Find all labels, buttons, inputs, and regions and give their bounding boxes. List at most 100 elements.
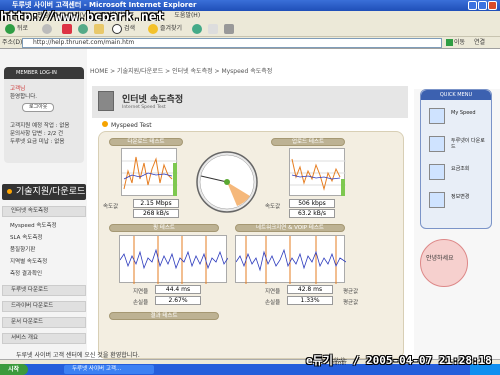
left-sidebar: MEMBER LOG-IN 고객님 환영합니다. 로그아웃 고객지원 예정 작업… — [0, 49, 87, 359]
ping-chart — [119, 235, 229, 284]
nav-myspeed[interactable]: Myspeed 속도측정 — [2, 222, 86, 231]
refresh-icon — [78, 23, 88, 34]
quick-menu: QUICK MENU My Speed 두루넷이 다운로드 요금조회 정보변경 — [420, 89, 492, 229]
taskbar-ie-item[interactable]: 두루넷 사이버 고객... — [64, 365, 154, 374]
upload-chart — [289, 148, 346, 196]
voip-test-header: 네트워크지연 & VOIP 테스트 — [235, 224, 345, 232]
nav-regional[interactable]: 지역별 속도측정 — [2, 258, 86, 267]
window-title: 두루넷 사이버 고객센터 - Microsoft Internet Explor… — [12, 1, 197, 9]
nav-speed-test[interactable]: 인터넷 속도측정 — [2, 206, 86, 217]
quick-download[interactable]: 두루넷이 다운로드 — [429, 134, 489, 158]
download-kbs-value: 268 kB/s — [133, 209, 179, 218]
upload-chart-svg — [290, 158, 346, 196]
ping-latency-label: 지연율 — [133, 289, 149, 295]
voip-average-label: 평균값 — [343, 289, 359, 295]
ping-latency-value: 44.4 ms — [155, 285, 201, 294]
right-sidebar: QUICK MENU My Speed 두루넷이 다운로드 요금조회 정보변경 … — [414, 89, 500, 359]
page-icon — [98, 91, 114, 111]
download-mbps-value: 2.15 Mbps — [133, 199, 179, 208]
upload-kbs-value: 63.2 kB/s — [289, 209, 335, 218]
speed-gauge — [196, 151, 258, 213]
address-input[interactable]: http://help.thrunet.com/main.htm — [22, 38, 442, 48]
upload-kbps-value: 506 kbps — [289, 199, 335, 208]
minimize-button[interactable] — [468, 1, 477, 10]
ping-loss-label: 손실율 — [133, 300, 149, 306]
forward-button[interactable] — [40, 23, 56, 35]
maximize-button[interactable] — [478, 1, 487, 10]
member-stat-answers[interactable]: 문의사항 답변 : 2/2 건 — [4, 130, 84, 138]
address-bar: 주소(D) http://help.thrunet.com/main.htm 이… — [0, 37, 500, 49]
section-title: 기술지원/다운로드 — [2, 184, 86, 200]
nav-thrunet-download[interactable]: 두루넷 다운로드 — [2, 285, 86, 296]
voip-average-label-2: 평균값 — [343, 300, 359, 306]
voip-latency-label: 지연율 — [265, 289, 281, 295]
voip-chart — [235, 235, 347, 284]
ping-loss-value: 2.67% — [155, 296, 201, 305]
logout-button[interactable]: 로그아웃 — [22, 103, 55, 112]
nav-driver-download[interactable]: 드라이버 다운로드 — [2, 301, 86, 312]
history-icon — [192, 23, 202, 34]
profile-icon — [429, 192, 445, 208]
forward-arrow-icon — [42, 23, 52, 34]
page-title-box: 인터넷 속도측정 Internet Speed Test — [92, 86, 408, 118]
back-button[interactable]: 뒤로 — [3, 23, 30, 35]
nav-document-download[interactable]: 문서 다운로드 — [2, 317, 86, 328]
test-label: Myspeed Test — [102, 121, 152, 129]
voip-loss-label: 손실율 — [265, 300, 281, 306]
favorites-button[interactable]: 즐겨찾기 — [146, 23, 184, 35]
print-icon — [224, 23, 234, 34]
billing-icon — [429, 164, 445, 180]
quick-menu-header: QUICK MENU — [421, 90, 491, 100]
go-arrow-icon — [446, 39, 453, 46]
download-chart — [121, 148, 178, 196]
capture-stamp: e듀기☆☆ / 2005-04-07 21:28:18 — [306, 354, 492, 367]
ping-test-header: 핑 테스트 — [109, 224, 219, 232]
member-welcome: 환영합니다. — [10, 94, 38, 100]
links-button[interactable]: 연결 — [474, 38, 485, 48]
section-bullet-icon — [7, 189, 12, 194]
toolbar: 뒤로 검색 즐겨찾기 — [0, 21, 500, 37]
page-title: 인터넷 속도측정 — [122, 95, 184, 105]
member-stat-support[interactable]: 고객지원 예정 작업 : 없음 — [4, 122, 84, 130]
voip-loss-value: 1.33% — [287, 296, 333, 305]
stop-icon — [62, 23, 72, 34]
search-icon — [112, 23, 122, 34]
download-icon — [429, 136, 445, 152]
member-stat-billing[interactable]: 두루넷 요금 미납 : 없음 — [4, 138, 84, 146]
member-login-box: MEMBER LOG-IN 고객님 환영합니다. 로그아웃 고객지원 예정 작업… — [4, 67, 84, 163]
menu-help[interactable]: 도움말(H) — [174, 12, 200, 19]
quick-info-change[interactable]: 정보변경 — [429, 190, 489, 214]
star-icon — [148, 23, 158, 34]
mail-button[interactable] — [206, 23, 222, 35]
quick-billing[interactable]: 요금조회 — [429, 162, 489, 186]
quick-myspeed[interactable]: My Speed — [429, 106, 489, 130]
mascot-text: 안녕하세요 — [426, 255, 454, 262]
close-button[interactable] — [488, 1, 497, 10]
breadcrumb: HOME > 기술지원/다운로드 > 인터넷 속도측정 > Myspeed 속도… — [90, 68, 273, 75]
refresh-button[interactable] — [76, 23, 92, 35]
back-arrow-icon — [5, 23, 15, 34]
download-speed-row: 속도값 — [103, 204, 119, 210]
nav-results[interactable]: 측정 결과확인 — [2, 270, 86, 279]
ping-chart-svg — [119, 236, 229, 284]
bullet-icon — [102, 121, 108, 127]
home-icon — [94, 23, 104, 34]
download-test-header: 다운로드 테스트 — [109, 138, 183, 146]
nav-quality[interactable]: 품질향기판 — [2, 246, 86, 255]
download-chart-svg — [122, 156, 178, 196]
nav-service-overview[interactable]: 서비스 개요 — [2, 333, 86, 344]
search-button[interactable]: 검색 — [110, 23, 137, 35]
upload-test-header: 업로드 테스트 — [271, 138, 345, 146]
stop-button[interactable] — [60, 23, 76, 35]
go-button[interactable]: 이동 — [446, 38, 465, 48]
address-label: 주소(D) — [2, 39, 23, 46]
start-button[interactable]: 시작 — [0, 364, 28, 375]
voip-latency-value: 42.8 ms — [287, 285, 333, 294]
speedtest-panel: 다운로드 테스트 속도값 2.15 Mbps 268 kB/s 업로드 테스트 — [98, 131, 404, 359]
home-button[interactable] — [92, 23, 108, 35]
print-button[interactable] — [222, 23, 238, 35]
history-button[interactable] — [190, 23, 206, 35]
voip-chart-svg — [235, 236, 347, 284]
nav-sla[interactable]: SLA 속도측정 — [2, 234, 86, 243]
page-content: MEMBER LOG-IN 고객님 환영합니다. 로그아웃 고객지원 예정 작업… — [0, 49, 500, 359]
